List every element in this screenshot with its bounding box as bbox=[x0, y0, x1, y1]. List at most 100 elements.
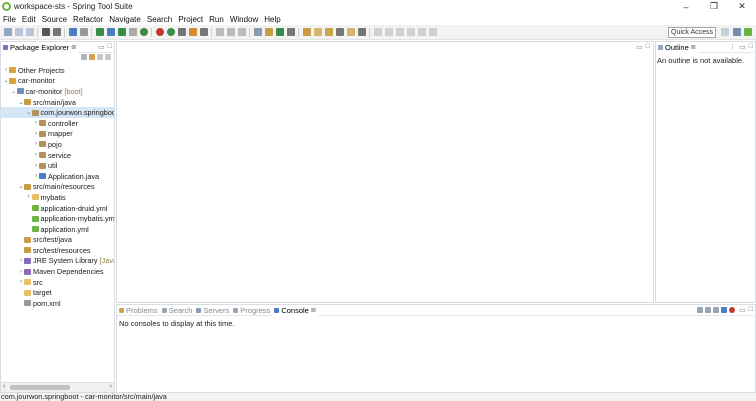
tab-outline[interactable]: Outline ⊠ bbox=[656, 41, 698, 53]
focus-icon[interactable] bbox=[97, 54, 103, 60]
java-perspective-icon[interactable] bbox=[733, 28, 741, 36]
tree-item[interactable]: ⌄ car-monitor bbox=[1, 76, 114, 87]
link-with-editor-icon[interactable] bbox=[89, 54, 95, 60]
debug-icon[interactable] bbox=[139, 28, 148, 36]
prev-annotation-icon[interactable] bbox=[384, 28, 393, 36]
external-tools-icon[interactable] bbox=[188, 28, 197, 36]
menu-search[interactable]: Search bbox=[144, 15, 175, 24]
folder-icon[interactable] bbox=[302, 28, 311, 36]
close-icon[interactable]: ⊠ bbox=[311, 307, 316, 314]
display-console-icon[interactable] bbox=[705, 307, 711, 313]
tree-item[interactable]: application-mybatis.yml bbox=[1, 213, 114, 224]
tree-item[interactable]: target bbox=[1, 287, 114, 298]
open-console-icon[interactable] bbox=[117, 28, 126, 36]
scroll-left-icon[interactable]: ‹ bbox=[3, 383, 5, 390]
tab-problems[interactable]: Problems bbox=[117, 305, 160, 316]
scroll-right-icon[interactable]: › bbox=[110, 383, 112, 390]
terminal-icon[interactable] bbox=[68, 28, 77, 36]
dropdown-icon[interactable] bbox=[52, 28, 61, 36]
minimize-button[interactable]: – bbox=[672, 0, 700, 13]
tree-item[interactable]: pom.xml bbox=[1, 298, 114, 309]
coverage-icon[interactable] bbox=[215, 28, 224, 36]
view-menu-icon[interactable]: ⋮ bbox=[729, 43, 736, 51]
tree-item[interactable]: ⌄ src/main/resources bbox=[1, 182, 114, 193]
collapse-all-icon[interactable] bbox=[81, 54, 87, 60]
terminate-icon[interactable] bbox=[729, 307, 735, 313]
maximize-icon[interactable]: □ bbox=[749, 43, 753, 51]
dropdown-icon[interactable] bbox=[286, 28, 295, 36]
dropdown-icon[interactable] bbox=[226, 28, 235, 36]
maximize-icon[interactable]: □ bbox=[646, 43, 650, 51]
tree-item[interactable]: › Other Projects bbox=[1, 65, 114, 76]
menu-project[interactable]: Project bbox=[175, 15, 206, 24]
dropdown-icon[interactable] bbox=[177, 28, 186, 36]
menu-file[interactable]: File bbox=[0, 15, 19, 24]
dropdown-icon[interactable] bbox=[335, 28, 344, 36]
tree-item[interactable]: › util bbox=[1, 160, 114, 171]
forward-icon[interactable] bbox=[417, 28, 426, 36]
boot-dashboard-icon[interactable] bbox=[41, 28, 50, 36]
next-annotation-icon[interactable] bbox=[373, 28, 382, 36]
start-server-icon[interactable] bbox=[95, 28, 104, 36]
chevron-down-icon[interactable]: ⌄ bbox=[26, 109, 32, 116]
editor-area[interactable]: ▭ □ bbox=[116, 41, 654, 303]
menu-window[interactable]: Window bbox=[227, 15, 261, 24]
open-type-icon[interactable] bbox=[253, 28, 262, 36]
spring-perspective-icon[interactable] bbox=[744, 28, 752, 36]
menu-run[interactable]: Run bbox=[206, 15, 227, 24]
tree-item[interactable]: › pojo bbox=[1, 139, 114, 150]
tool-icon[interactable] bbox=[237, 28, 246, 36]
tree-item[interactable]: ⌄ car-monitor [boot] bbox=[1, 86, 114, 97]
tree-item[interactable]: src/test/java bbox=[1, 235, 114, 246]
pencil-icon[interactable] bbox=[324, 28, 333, 36]
open-perspective-icon[interactable] bbox=[721, 28, 729, 36]
tree-item[interactable]: › service bbox=[1, 150, 114, 161]
dropdown-icon[interactable] bbox=[428, 28, 437, 36]
tree-item[interactable]: application-druid.yml bbox=[1, 203, 114, 214]
minimize-icon[interactable]: ▭ bbox=[636, 43, 643, 51]
scrollbar-thumb[interactable] bbox=[10, 385, 70, 390]
menu-navigate[interactable]: Navigate bbox=[106, 15, 144, 24]
tree-item[interactable]: › mybatis bbox=[1, 192, 114, 203]
menu-help[interactable]: Help bbox=[261, 15, 283, 24]
view-menu-icon[interactable] bbox=[105, 54, 111, 60]
tree-item[interactable]: ›JRE System Library[JavaSE-1.8] bbox=[1, 256, 114, 267]
menu-edit[interactable]: Edit bbox=[19, 15, 39, 24]
new-icon[interactable] bbox=[3, 28, 12, 36]
close-icon[interactable]: ⊠ bbox=[691, 44, 696, 51]
maximize-icon[interactable]: □ bbox=[749, 306, 753, 314]
tree-item[interactable]: ⌄ com.jourwon.springboot bbox=[1, 107, 114, 118]
tree-item[interactable]: › controller bbox=[1, 118, 114, 129]
tree-item[interactable]: › mapper bbox=[1, 129, 114, 140]
maximize-icon[interactable]: □ bbox=[108, 43, 112, 51]
tree-item[interactable]: application.yml bbox=[1, 224, 114, 235]
dropdown-icon[interactable] bbox=[199, 28, 208, 36]
tab-package-explorer[interactable]: Package Explorer ⊠ bbox=[1, 41, 79, 53]
tab-servers[interactable]: Servers bbox=[194, 305, 231, 316]
pin-icon[interactable] bbox=[395, 28, 404, 36]
copy-icon[interactable] bbox=[721, 307, 727, 313]
dropdown-icon[interactable] bbox=[357, 28, 366, 36]
tab-progress[interactable]: Progress bbox=[231, 305, 272, 316]
minimize-icon[interactable]: ▭ bbox=[739, 306, 746, 314]
close-icon[interactable]: ⊠ bbox=[71, 44, 76, 51]
skip-breakpoints-icon[interactable] bbox=[79, 28, 88, 36]
new-spring-project-icon[interactable] bbox=[275, 28, 284, 36]
annotation-icon[interactable] bbox=[346, 28, 355, 36]
window-icon[interactable] bbox=[128, 28, 137, 36]
restore-button[interactable]: ❐ bbox=[700, 0, 728, 13]
menu-refactor[interactable]: Refactor bbox=[70, 15, 106, 24]
tree-item[interactable]: › Maven Dependencies bbox=[1, 266, 114, 277]
chevron-right-icon[interactable]: › bbox=[26, 194, 32, 200]
tree-item[interactable]: › src bbox=[1, 277, 114, 288]
tree-item[interactable]: › Application.java bbox=[1, 171, 114, 182]
save-all-icon[interactable] bbox=[25, 28, 34, 36]
open-console-icon[interactable] bbox=[713, 307, 719, 313]
minimize-icon[interactable]: ▭ bbox=[739, 43, 746, 51]
open-task-icon[interactable] bbox=[264, 28, 273, 36]
stop-icon[interactable] bbox=[155, 28, 164, 36]
relaunch-icon[interactable] bbox=[106, 28, 115, 36]
tab-search[interactable]: Search bbox=[160, 305, 195, 316]
horizontal-scrollbar[interactable]: ‹ › bbox=[1, 382, 114, 392]
pin-console-icon[interactable] bbox=[697, 307, 703, 313]
